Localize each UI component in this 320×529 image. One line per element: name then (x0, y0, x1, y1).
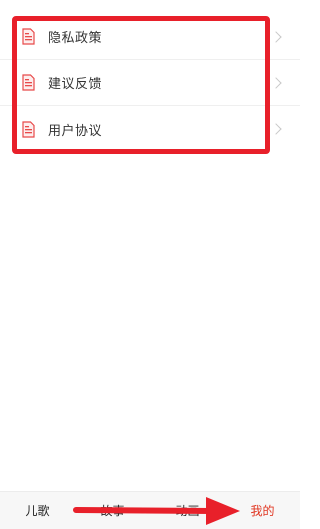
settings-menu-list: 隐私政策 建议反馈 用户协议 (0, 14, 300, 152)
menu-item-label: 用户协议 (48, 123, 103, 139)
menu-item-privacy-policy[interactable]: 隐私政策 (0, 14, 300, 60)
chevron-right-icon (270, 30, 282, 43)
document-icon (22, 28, 35, 45)
menu-item-feedback[interactable]: 建议反馈 (0, 60, 300, 106)
tab-mine[interactable]: 我的 (225, 502, 300, 519)
tab-animation[interactable]: 动画 (150, 502, 225, 519)
document-icon (22, 74, 35, 91)
menu-item-user-agreement[interactable]: 用户协议 (0, 106, 300, 152)
document-icon (22, 120, 35, 138)
chevron-right-icon (270, 76, 282, 89)
menu-item-label: 建议反馈 (48, 77, 103, 92)
bottom-tab-bar: 儿歌 故事 动画 我的 (0, 491, 300, 529)
menu-item-label: 隐私政策 (48, 31, 103, 46)
tab-nursery-rhymes[interactable]: 儿歌 (0, 502, 75, 519)
chevron-right-icon (270, 123, 282, 135)
tab-stories[interactable]: 故事 (75, 502, 150, 519)
